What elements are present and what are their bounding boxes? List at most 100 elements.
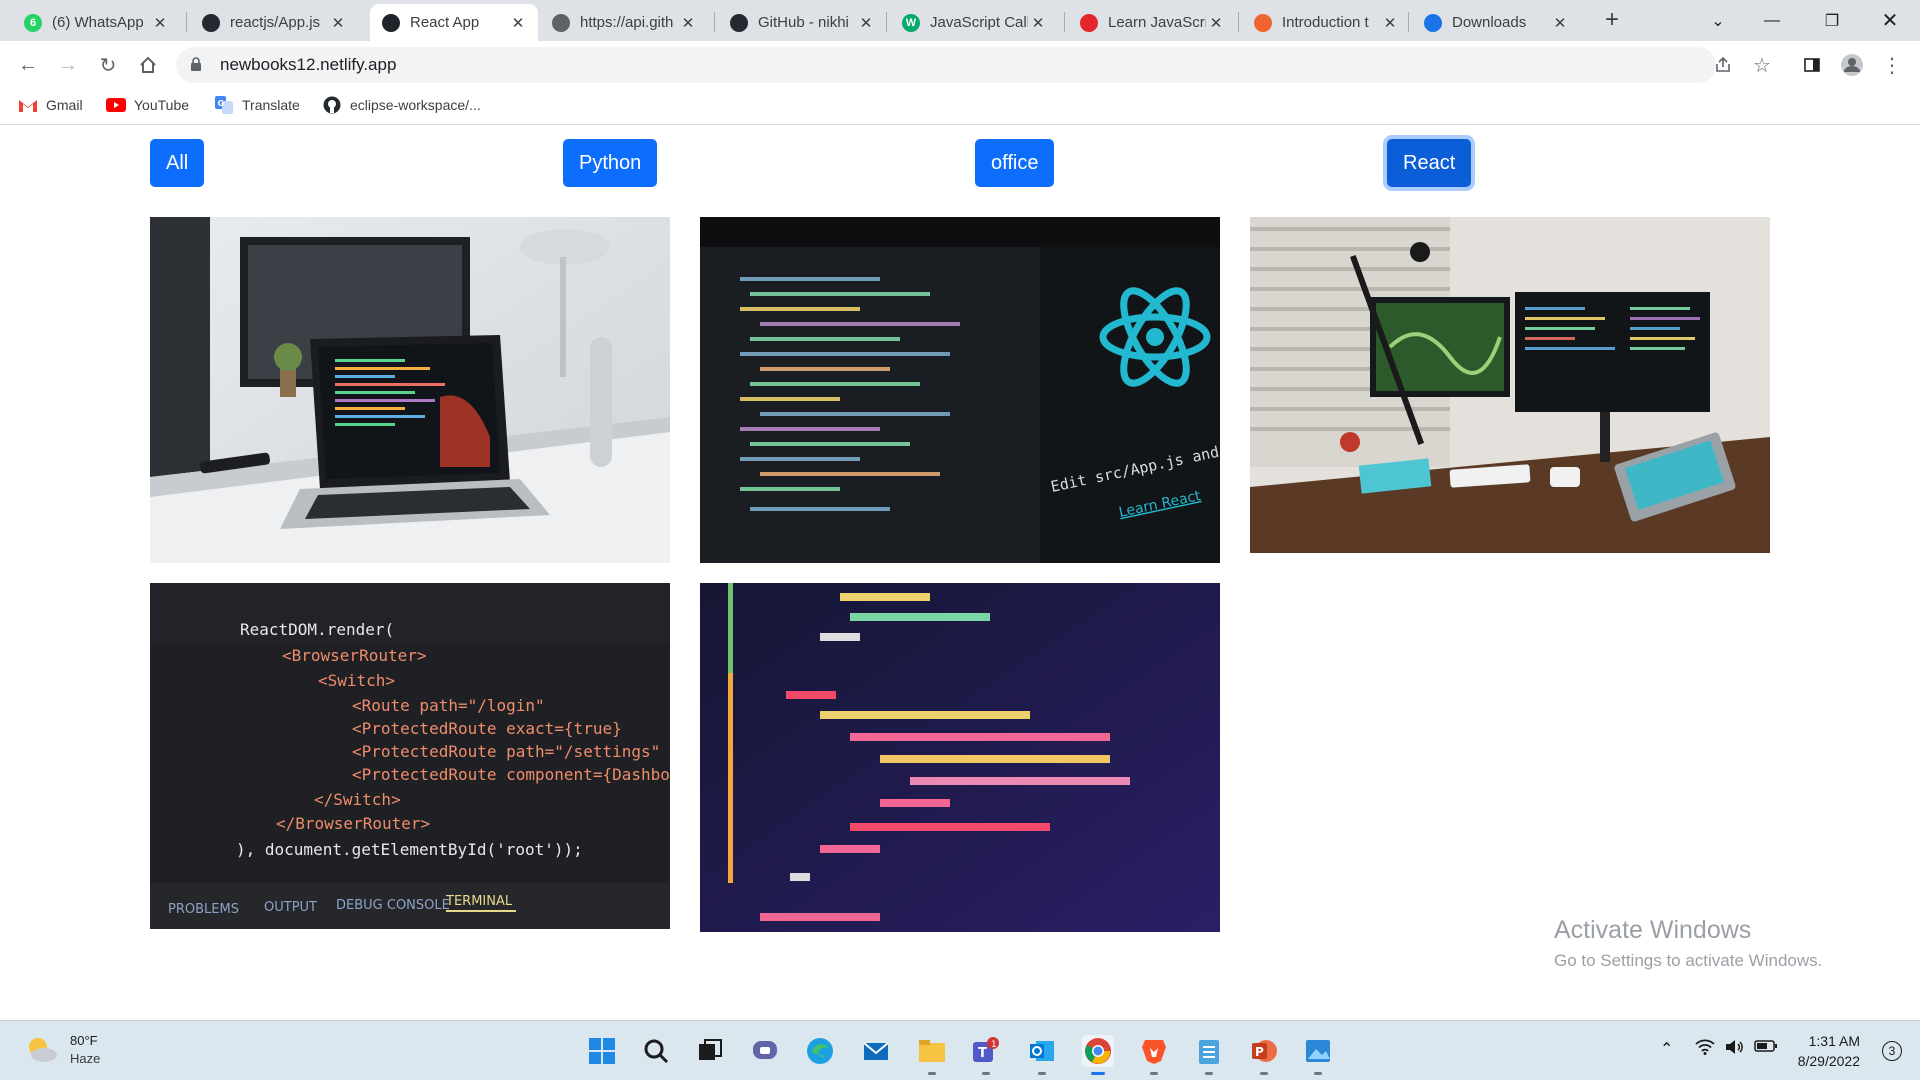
minimize-button[interactable]: — bbox=[1744, 0, 1800, 41]
react-icon bbox=[382, 13, 400, 32]
teams-chat-icon[interactable] bbox=[749, 1035, 781, 1067]
side-panel-icon[interactable] bbox=[1796, 49, 1828, 81]
github-icon bbox=[730, 13, 748, 32]
gmail-icon bbox=[18, 97, 38, 113]
file-explorer-icon[interactable] bbox=[916, 1035, 948, 1075]
notification-count-badge[interactable]: 3 bbox=[1882, 1041, 1902, 1061]
bookmark-eclipse-workspace[interactable]: eclipse-workspace/... bbox=[322, 96, 481, 114]
tab-separator bbox=[1238, 12, 1239, 32]
react-code-screen-image[interactable]: Edit src/App.js and save to reload. Lear… bbox=[700, 217, 1220, 563]
download-icon bbox=[1424, 13, 1442, 32]
code-line-7: <ProtectedRoute component={Dashboard} bbox=[352, 765, 670, 784]
chrome-icon[interactable] bbox=[1082, 1035, 1114, 1075]
reactdom-code-image[interactable]: ReactDOM.render( <BrowserRouter> <Switch… bbox=[150, 583, 670, 929]
start-windows-icon[interactable] bbox=[586, 1035, 618, 1067]
tab-search-chevron-icon[interactable]: ⌄ bbox=[1690, 0, 1746, 41]
windows-taskbar: 80°F Haze T1 P ⌃ 1:31 AM 8/29/2022 3 bbox=[0, 1020, 1920, 1080]
whatsapp-icon: 6 bbox=[24, 13, 42, 32]
battery-icon[interactable] bbox=[1754, 1039, 1778, 1058]
reload-icon[interactable]: ↻ bbox=[92, 49, 124, 81]
tab-vivaldi[interactable]: Learn JavaScri ✕ bbox=[1068, 4, 1236, 41]
tab-title: (6) WhatsApp bbox=[52, 14, 144, 31]
home-icon[interactable] bbox=[132, 49, 164, 81]
close-tab-icon[interactable]: ✕ bbox=[1550, 14, 1570, 32]
vivaldi-icon bbox=[1080, 13, 1098, 32]
tab-title: Downloads bbox=[1452, 14, 1527, 31]
new-tab-button[interactable]: + bbox=[1598, 6, 1626, 34]
bookmark-youtube[interactable]: YouTube bbox=[106, 97, 189, 113]
photos-icon[interactable] bbox=[1302, 1035, 1334, 1075]
code-line-2: <BrowserRouter> bbox=[282, 646, 427, 665]
task-view-icon[interactable] bbox=[694, 1035, 726, 1067]
filter-office-button[interactable]: office bbox=[975, 139, 1055, 187]
close-tab-icon[interactable]: ✕ bbox=[1380, 14, 1400, 32]
bookmark-star-icon[interactable]: ☆ bbox=[1746, 49, 1778, 81]
close-tab-icon[interactable]: ✕ bbox=[856, 14, 876, 32]
powerpoint-icon[interactable]: P bbox=[1248, 1035, 1280, 1075]
code-line-4: <Route path="/login" bbox=[352, 696, 545, 715]
brave-icon[interactable] bbox=[1138, 1035, 1170, 1075]
dual-monitor-setup-image[interactable] bbox=[1250, 217, 1770, 553]
html5-icon bbox=[1254, 13, 1272, 32]
tab-w3schools[interactable]: W JavaScript Call ✕ bbox=[890, 4, 1058, 41]
filter-python-button[interactable]: Python bbox=[563, 139, 658, 187]
outlook-icon[interactable] bbox=[1026, 1035, 1058, 1075]
bookmark-gmail[interactable]: Gmail bbox=[18, 97, 83, 113]
back-icon[interactable]: ← bbox=[12, 49, 44, 81]
svg-text:P: P bbox=[1255, 1045, 1264, 1059]
edge-browser-icon[interactable] bbox=[804, 1035, 836, 1067]
tab-title: https://api.gith bbox=[580, 14, 674, 31]
teams-badge: 1 bbox=[991, 1040, 997, 1050]
svg-text:G: G bbox=[218, 99, 225, 108]
system-clock[interactable]: 1:31 AM 8/29/2022 bbox=[1798, 1031, 1860, 1071]
close-tab-icon[interactable]: ✕ bbox=[150, 14, 170, 32]
menu-kebab-icon[interactable]: ⋮ bbox=[1876, 49, 1908, 81]
profile-avatar-icon[interactable] bbox=[1836, 49, 1868, 81]
tab-title: Introduction t bbox=[1282, 14, 1369, 31]
tab-whatsapp[interactable]: 6 (6) WhatsApp ✕ bbox=[12, 4, 180, 41]
tab-globe[interactable]: https://api.gith ✕ bbox=[540, 4, 708, 41]
search-icon[interactable] bbox=[640, 1035, 672, 1067]
close-tab-icon[interactable]: ✕ bbox=[508, 14, 528, 32]
notepad-icon[interactable] bbox=[1193, 1035, 1225, 1075]
show-hidden-icons-chevron-icon[interactable]: ⌃ bbox=[1660, 1039, 1673, 1059]
tab-title: reactjs/App.js bbox=[230, 14, 321, 31]
haze-weather-icon bbox=[24, 1035, 58, 1065]
tab-separator bbox=[186, 12, 187, 32]
volume-icon[interactable] bbox=[1724, 1039, 1744, 1060]
tab-github[interactable]: reactjs/App.js ✕ bbox=[190, 4, 358, 41]
close-tab-icon[interactable]: ✕ bbox=[1206, 14, 1226, 32]
globe-icon bbox=[552, 13, 570, 32]
forward-icon[interactable]: → bbox=[52, 49, 84, 81]
activate-windows-watermark: Activate Windows Go to Settings to activ… bbox=[1554, 916, 1823, 970]
close-tab-icon[interactable]: ✕ bbox=[1028, 14, 1048, 32]
tab-html5[interactable]: Introduction t ✕ bbox=[1242, 4, 1410, 41]
laptop-desk-image[interactable] bbox=[150, 217, 670, 563]
share-icon[interactable] bbox=[1707, 49, 1739, 81]
wifi-icon[interactable] bbox=[1695, 1039, 1715, 1060]
editor-tab-terminal: TERMINAL bbox=[445, 894, 513, 909]
address-bar[interactable]: newbooks12.netlify.app bbox=[176, 47, 1716, 83]
bookmark-translate[interactable]: G Translate bbox=[214, 96, 300, 114]
jsx-code-image[interactable] bbox=[700, 583, 1220, 932]
address-url: newbooks12.netlify.app bbox=[220, 55, 397, 74]
tab-github[interactable]: GitHub - nikhi ✕ bbox=[718, 4, 886, 41]
close-tab-icon[interactable]: ✕ bbox=[678, 14, 698, 32]
editor-tab-output: OUTPUT bbox=[264, 900, 317, 915]
filter-all-button[interactable]: All bbox=[150, 139, 205, 187]
tab-separator bbox=[714, 12, 715, 32]
code-line-5: <ProtectedRoute exact={true} bbox=[352, 719, 622, 738]
teams-icon[interactable]: T1 bbox=[970, 1035, 1002, 1075]
github-icon bbox=[202, 13, 220, 32]
weather-widget[interactable]: 80°F Haze bbox=[24, 1033, 100, 1066]
bookmarks-bar: Gmail YouTube G Translate eclipse-worksp… bbox=[0, 89, 1920, 125]
restore-button[interactable]: ❐ bbox=[1804, 0, 1860, 41]
close-window-button[interactable]: ✕ bbox=[1862, 0, 1918, 41]
tab-separator bbox=[1064, 12, 1065, 32]
filter-react-button[interactable]: React bbox=[1387, 139, 1472, 187]
tab-react[interactable]: React App ✕ bbox=[370, 4, 538, 41]
close-tab-icon[interactable]: ✕ bbox=[328, 14, 348, 32]
browser-toolbar: ← → ↻ newbooks12.netlify.app ☆ ⋮ bbox=[0, 41, 1920, 89]
mail-icon[interactable] bbox=[860, 1035, 892, 1067]
tab-download[interactable]: Downloads ✕ bbox=[1412, 4, 1580, 41]
